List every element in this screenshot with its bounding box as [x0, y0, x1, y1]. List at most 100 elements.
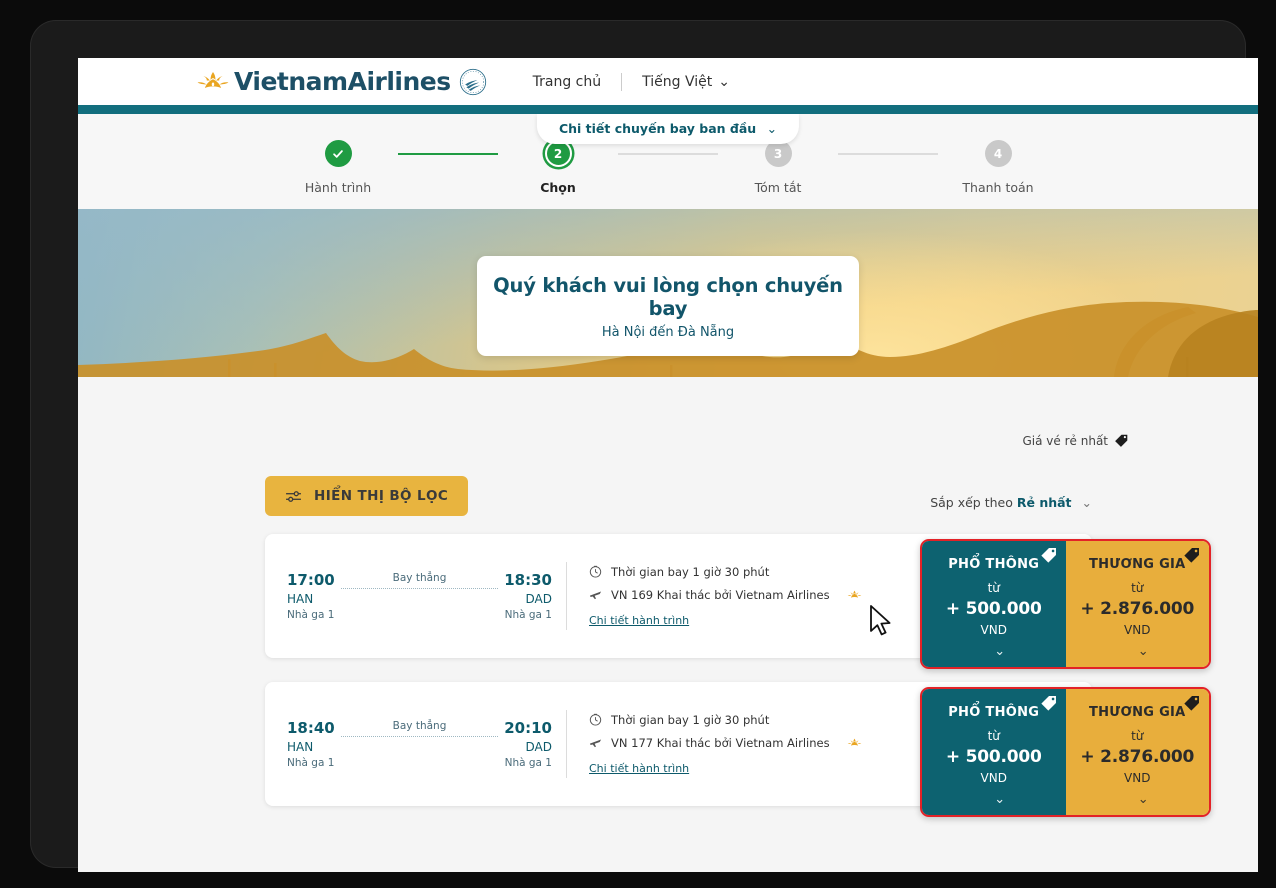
browser-viewport: VietnamAirlines Trang chủ Tiếng Việt⌄ Ch… [78, 58, 1258, 872]
clock-icon [589, 713, 602, 726]
clock-icon [589, 565, 602, 578]
flight-info-block: Thời gian bay 1 giờ 30 phút VN 177 Khai … [567, 713, 862, 776]
step-connector-3 [838, 153, 938, 155]
step-marker-1 [324, 140, 352, 167]
flight-detail-pill[interactable]: Chi tiết chuyến bay ban đầu [536, 114, 800, 144]
step-connector-2 [618, 153, 718, 155]
depart-time: 18:40 [287, 719, 335, 737]
sort-control[interactable]: Sắp xếp theo Rẻ nhất [930, 495, 1092, 510]
fare-currency: VND [980, 771, 1007, 785]
fare-option-business[interactable]: THƯƠNG GIA từ + 2.876.000 VND [1065, 541, 1209, 667]
chevron-down-icon [767, 121, 777, 136]
show-filters-button[interactable]: HIỂN THỊ BỘ LỌC [265, 476, 469, 516]
nav-home[interactable]: Trang chủ [533, 74, 601, 90]
flight-detail-pill-label: Chi tiết chuyến bay ban đầu [558, 121, 757, 136]
stops-label: Bay thẳng [392, 719, 447, 732]
flight-info-block: Thời gian bay 1 giờ 30 phút VN 169 Khai … [567, 565, 862, 628]
fare-cabin-label: THƯƠNG GIA [1088, 705, 1186, 720]
operator-line: VN 169 Khai thác bởi Vietnam Airlines [589, 588, 862, 602]
duration-label: Thời gian bay 1 giờ 30 phút [611, 712, 770, 727]
duration-label: Thời gian bay 1 giờ 30 phút [611, 564, 770, 579]
hero-banner: Quý khách vui lòng chọn chuyến bay Hà Nộ… [78, 209, 1258, 377]
filter-sliders-icon [286, 490, 301, 502]
stops-label: Bay thẳng [392, 571, 447, 584]
arrive-time: 20:10 [504, 719, 552, 737]
cheapest-fare-label: Giá vé rẻ nhất [1022, 433, 1109, 448]
results-toolbar: HIỂN THỊ BỘ LỌC Sắp xếp theo Rẻ nhất [78, 476, 1258, 516]
tablet-device: VietnamAirlines Trang chủ Tiếng Việt⌄ Ch… [0, 0, 1276, 888]
step-label-2: Chọn [540, 180, 576, 195]
lotus-icon [847, 738, 861, 746]
hero-subtitle: Hà Nội đến Đà Nẵng [601, 325, 735, 340]
step-tom-tat[interactable]: 3 Tóm tắt [718, 140, 838, 195]
teal-accent-bar [78, 105, 1258, 114]
fare-price: + 2.876.000 [1080, 747, 1195, 767]
sort-prefix-label: Sắp xếp theo [930, 494, 1013, 510]
flight-row: 17:00 Bay thẳng 18:30 HAN DAD Nhà ga 1 N… [265, 534, 1211, 669]
fare-option-economy[interactable]: PHỔ THÔNG từ + 500.000 VND [922, 689, 1066, 815]
hero-message-card: Quý khách vui lòng chọn chuyến bay Hà Nộ… [477, 256, 859, 356]
stepper: Hành trình 2 Chọn 3 Tóm tắt 4 Thanh toán [288, 140, 1048, 195]
chevron-down-icon[interactable] [1138, 644, 1149, 659]
fare-from-label: từ [1131, 581, 1144, 595]
fare-option-economy[interactable]: PHỔ THÔNG từ + 500.000 VND [922, 541, 1066, 667]
price-tag-icon [1040, 696, 1056, 711]
main-content: Giá vé rẻ nhất HIỂN THỊ BỘ LỌC Sắp xếp t… [78, 377, 1258, 854]
fare-from-label: từ [1131, 729, 1144, 743]
skyteam-seal-icon [459, 68, 486, 95]
step-chon[interactable]: 2 Chọn [498, 140, 618, 195]
check-icon [333, 149, 343, 158]
fare-cabin-label: THƯƠNG GIA [1088, 557, 1186, 572]
route-dotted-line [340, 735, 499, 737]
step-thanh-toan[interactable]: 4 Thanh toán [938, 140, 1058, 195]
brand-logo[interactable]: VietnamAirlines [196, 67, 487, 96]
duration-line: Thời gian bay 1 giờ 30 phút [589, 713, 862, 727]
step-label-4: Thanh toán [962, 180, 1034, 195]
plane-icon [589, 591, 602, 600]
chevron-down-icon [1082, 495, 1092, 510]
fare-currency: VND [1124, 623, 1151, 637]
chevron-down-icon[interactable] [1138, 792, 1149, 807]
sort-value-label: Rẻ nhất [1016, 494, 1072, 510]
fare-options-group: PHỔ THÔNG từ + 500.000 VND ⌄ THƯƠNG GIA … [920, 539, 1211, 669]
flight-leg-summary: 17:00 Bay thẳng 18:30 HAN DAD Nhà ga 1 N… [287, 571, 552, 621]
plane-icon [589, 739, 602, 748]
flight-results-list: 17:00 Bay thẳng 18:30 HAN DAD Nhà ga 1 N… [78, 534, 1258, 817]
step-label-1: Hành trình [304, 180, 372, 195]
fare-cabin-label: PHỔ THÔNG [948, 557, 1040, 572]
nav-language[interactable]: Tiếng Việt [642, 74, 730, 90]
step-marker-3: 3 [764, 140, 792, 167]
price-tag-icon [1184, 696, 1199, 711]
fare-from-label: từ [987, 581, 1000, 595]
nav-language-label: Tiếng Việt [642, 73, 713, 90]
duration-line: Thời gian bay 1 giờ 30 phút [589, 565, 862, 579]
operator-label: VN 177 Khai thác bởi Vietnam Airlines [611, 735, 830, 750]
header-nav: Trang chủ Tiếng Việt [533, 72, 730, 91]
chevron-down-icon[interactable] [994, 792, 1005, 807]
site-header: VietnamAirlines Trang chủ Tiếng Việt [78, 58, 1258, 105]
price-tag-icon [1184, 548, 1199, 563]
step-hanh-trinh[interactable]: Hành trình [278, 140, 398, 195]
arrive-time: 18:30 [504, 571, 552, 589]
lotus-icon [197, 71, 229, 88]
flight-row: 18:40 Bay thẳng 20:10 HAN DAD Nhà ga 1 N… [265, 682, 1211, 817]
itinerary-detail-link[interactable]: Chi tiết hành trình [589, 762, 689, 775]
operator-label: VN 169 Khai thác bởi Vietnam Airlines [611, 587, 830, 602]
stops-indicator: Bay thẳng [335, 572, 505, 589]
origin-code: HAN [287, 740, 314, 754]
fare-currency: VND [1124, 771, 1151, 785]
origin-code: HAN [287, 592, 314, 606]
show-filters-label: HIỂN THỊ BỘ LỌC [314, 488, 449, 504]
chevron-down-icon[interactable] [994, 644, 1005, 659]
fare-from-label: từ [987, 729, 1000, 743]
fare-price: + 500.000 [945, 599, 1042, 619]
stops-indicator: Bay thẳng [335, 720, 505, 737]
lotus-icon [847, 590, 861, 598]
brand-name: VietnamAirlines [234, 67, 451, 96]
price-tag-icon [1040, 548, 1056, 563]
destination-terminal: Nhà ga 1 [504, 757, 552, 769]
depart-time: 17:00 [287, 571, 335, 589]
fare-option-business[interactable]: THƯƠNG GIA từ + 2.876.000 VND [1065, 689, 1209, 815]
chevron-down-icon [718, 74, 730, 90]
itinerary-detail-link[interactable]: Chi tiết hành trình [589, 614, 689, 627]
